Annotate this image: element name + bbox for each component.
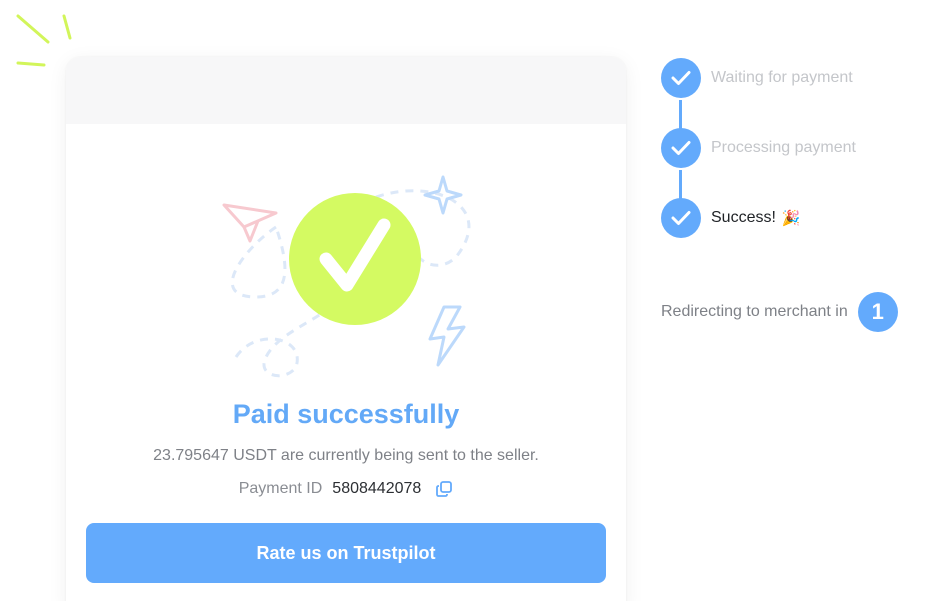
payment-id-row: Payment ID 5808442078	[66, 480, 626, 498]
check-icon	[661, 198, 701, 238]
redirect-countdown-badge: 1	[857, 292, 898, 332]
party-popper-icon: 🎉	[781, 210, 801, 227]
step-success: Success! 🎉	[661, 198, 801, 238]
payment-id-label: Payment ID	[238, 480, 323, 497]
lightning-icon	[428, 305, 466, 367]
check-icon	[661, 128, 701, 168]
check-icon	[661, 58, 701, 98]
payment-message: 23.795647 USDT are currently being sent …	[153, 447, 539, 464]
step-label: Waiting for payment	[711, 69, 853, 86]
redirect-notice: Redirecting to merchant in 1	[661, 292, 898, 332]
step-processing-payment: Processing payment	[661, 128, 856, 168]
step-label: Processing payment	[711, 139, 856, 156]
step-connector	[679, 170, 682, 200]
success-illustration	[222, 175, 471, 378]
copy-icon[interactable]	[435, 480, 453, 498]
payment-card: Paid successfully 23.795647 USDT are cur…	[66, 57, 626, 601]
check-circle-icon	[289, 193, 421, 325]
card-header	[66, 57, 626, 124]
rate-trustpilot-button[interactable]: Rate us on Trustpilot	[86, 523, 606, 583]
paper-plane-icon	[222, 203, 278, 243]
step-connector	[679, 100, 682, 130]
redirect-text: Redirecting to merchant in	[661, 303, 848, 320]
step-label: Success!	[711, 209, 776, 226]
step-waiting-for-payment: Waiting for payment	[661, 58, 853, 98]
payment-id-value: 5808442078	[332, 480, 422, 497]
payment-status-title: Paid successfully	[232, 399, 460, 429]
